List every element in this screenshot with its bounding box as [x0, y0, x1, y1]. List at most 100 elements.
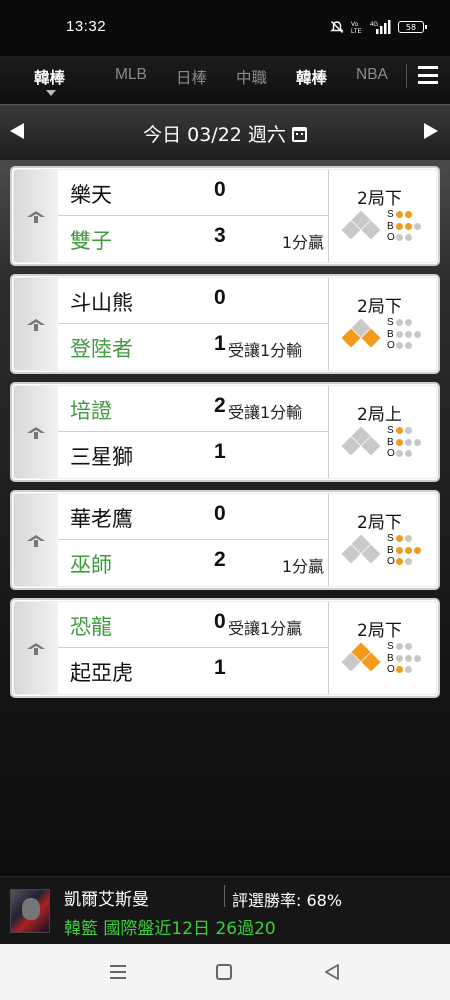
count-dot: [405, 438, 412, 446]
inning-label: 2局下: [357, 513, 402, 533]
game-status: 2局下 SBO: [328, 278, 436, 370]
hamburger-menu-icon[interactable]: [418, 65, 438, 85]
team-score: 3: [214, 224, 226, 247]
game-status: 2局下 SBO: [328, 602, 436, 694]
count-dot: [414, 438, 421, 446]
strikes-row: S: [387, 209, 437, 221]
pin-arrow-icon[interactable]: [26, 424, 46, 440]
win-rate: 評選勝率: 68%: [232, 891, 343, 910]
bases-diamond-icon: [341, 534, 381, 564]
pin-arrow-icon[interactable]: [26, 640, 46, 656]
tab-mlb[interactable]: MLB: [115, 66, 147, 84]
handicap-note: 受讓1分輸: [228, 403, 303, 422]
pin-arrow-icon[interactable]: [26, 316, 46, 332]
count-dot: [396, 654, 403, 662]
handicap-note: 受讓1分贏: [228, 619, 303, 638]
back-icon[interactable]: [322, 962, 342, 982]
count-dot: [396, 427, 403, 435]
count-dot: [405, 427, 412, 435]
next-date-arrow-icon[interactable]: [424, 123, 438, 139]
svg-text:Vo: Vo: [351, 22, 359, 28]
svg-text:4G: 4G: [370, 22, 378, 28]
game-status: 2局下 SBO: [328, 494, 436, 586]
handicap-note: 1分贏: [281, 557, 324, 576]
team-rows: 培證 2 受讓1分輸 三星獅 1: [58, 386, 328, 478]
team-row-away: 華老鷹 0: [58, 494, 328, 540]
handicap-note: 受讓1分輸: [228, 341, 303, 360]
tab-nba[interactable]: NBA: [356, 66, 388, 84]
expert-name: 凱爾艾斯曼: [64, 890, 149, 910]
team-row-away: 斗山熊 0: [58, 278, 328, 324]
game-card[interactable]: 斗山熊 0 登陸者 1 受讓1分輸 2局下 SBO: [10, 274, 440, 374]
nav-divider: [406, 64, 407, 88]
pin-toggle[interactable]: [14, 170, 58, 262]
count-dot: [414, 546, 421, 554]
count-dot: [396, 546, 403, 554]
bases-diamond-icon: [341, 210, 381, 240]
tab-cpbl[interactable]: 中職: [236, 66, 267, 88]
game-card[interactable]: 恐龍 0 受讓1分贏 起亞虎 1 2局下 SBO: [10, 598, 440, 698]
count-dot: [405, 546, 412, 554]
count-dot: [405, 211, 412, 219]
team-row-home: 登陸者 1 受讓1分輸: [58, 324, 328, 370]
game-card[interactable]: 華老鷹 0 巫師 2 1分贏 2局下 SBO: [10, 490, 440, 590]
team-row-away: 樂天 0: [58, 170, 328, 216]
game-card[interactable]: 樂天 0 雙子 3 1分贏 2局下 SBO: [10, 166, 440, 266]
pin-toggle[interactable]: [14, 602, 58, 694]
strikes-row: S: [387, 533, 437, 545]
pin-arrow-icon[interactable]: [26, 208, 46, 224]
team-name: 恐龍: [70, 615, 112, 639]
bases-diamond-icon: [341, 642, 381, 672]
home-icon[interactable]: [216, 964, 232, 980]
active-tab-caret-icon: [46, 90, 56, 96]
recent-apps-icon[interactable]: [108, 962, 128, 982]
team-score: 0: [214, 610, 226, 633]
team-name: 樂天: [70, 183, 112, 207]
team-name: 培證: [70, 399, 112, 423]
count-dot: [396, 222, 403, 230]
tab-korean-baseball[interactable]: 韓棒: [34, 66, 65, 88]
count-dot: [396, 666, 403, 674]
pin-arrow-icon[interactable]: [26, 532, 46, 548]
count-dot: [396, 450, 403, 458]
calendar-icon[interactable]: [291, 127, 307, 142]
team-score: 0: [214, 286, 226, 309]
count-dot: [405, 666, 412, 674]
avatar: [10, 889, 50, 933]
team-name: 登陸者: [70, 337, 133, 361]
date-picker[interactable]: 今日 03/22 週六: [0, 120, 450, 147]
count-dot: [405, 222, 412, 230]
count-dot: [405, 330, 412, 338]
game-card[interactable]: 培證 2 受讓1分輸 三星獅 1 2局上 SBO: [10, 382, 440, 482]
count-dot: [405, 319, 412, 327]
team-rows: 華老鷹 0 巫師 2 1分贏: [58, 494, 328, 586]
count-dot: [396, 319, 403, 327]
expert-record: 韓籃 國際盤近12日 26過20: [64, 919, 276, 939]
team-score: 1: [214, 332, 226, 355]
team-score: 0: [214, 178, 226, 201]
team-score: 2: [214, 394, 226, 417]
expert-promo-banner[interactable]: 凱爾艾斯曼 評選勝率: 68% 韓籃 國際盤近12日 26過20: [0, 876, 450, 944]
tab-korean-baseball-2[interactable]: 韓棒: [296, 66, 327, 88]
count-dot: [396, 342, 403, 350]
sbo-count: SBO: [387, 533, 437, 568]
count-dot: [405, 643, 412, 651]
count-dot: [396, 330, 403, 338]
outs-row: O: [387, 664, 437, 676]
battery-icon: 58: [398, 21, 427, 33]
team-score: 1: [214, 440, 226, 463]
game-status: 2局上 SBO: [328, 386, 436, 478]
pin-toggle[interactable]: [14, 278, 58, 370]
team-name: 起亞虎: [70, 661, 133, 685]
team-score: 2: [214, 548, 226, 571]
sbo-count: SBO: [387, 641, 437, 676]
status-time: 13:32: [66, 18, 107, 35]
date-label: 今日 03/22 週六: [143, 124, 286, 146]
mute-icon: [330, 20, 344, 34]
category-nav: 韓棒 MLB 日棒 中職 韓棒 NBA: [0, 56, 450, 104]
count-dot: [414, 654, 421, 662]
pin-toggle[interactable]: [14, 386, 58, 478]
tab-japanese-baseball[interactable]: 日棒: [176, 66, 207, 88]
team-name: 雙子: [70, 229, 112, 253]
pin-toggle[interactable]: [14, 494, 58, 586]
